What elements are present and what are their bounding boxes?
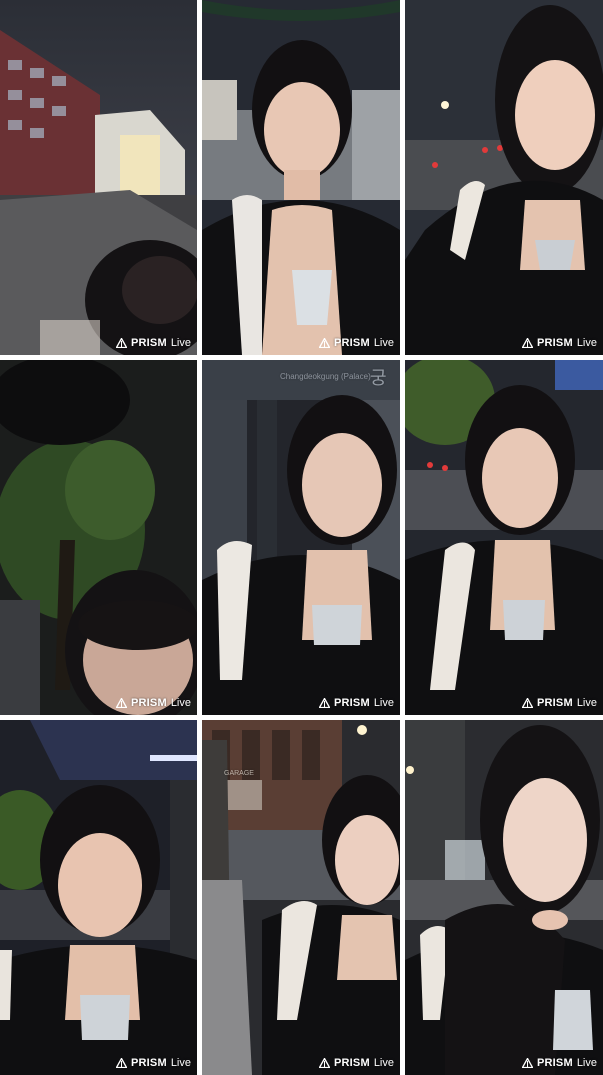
stream-tile-8[interactable]: GARAGE PRISM Live	[202, 720, 400, 1075]
watermark-brand: PRISM	[130, 337, 167, 349]
prism-live-watermark: PRISM Live	[521, 1057, 597, 1069]
prism-live-watermark: PRISM Live	[318, 1057, 394, 1069]
watermark-suffix: Live	[170, 697, 191, 709]
prism-live-watermark: PRISM Live	[318, 337, 394, 349]
stream-tile-7[interactable]: PRISM Live	[0, 720, 197, 1075]
watermark-brand: PRISM	[130, 697, 167, 709]
palace-sign-korean: 궁	[370, 368, 387, 388]
prism-triangle-icon	[115, 698, 127, 708]
scene-woman-holding-sleeve-night	[405, 720, 603, 1075]
prism-live-watermark: PRISM Live	[115, 337, 191, 349]
watermark-suffix: Live	[170, 1057, 191, 1069]
prism-triangle-icon	[521, 338, 533, 348]
stream-tile-5[interactable]: Changdeokgung (Palace) 궁 PRISM Live	[202, 360, 400, 715]
watermark-suffix: Live	[576, 697, 597, 709]
prism-triangle-icon	[318, 698, 330, 708]
garage-sign-text: GARAGE	[224, 770, 254, 777]
stream-tile-6[interactable]: PRISM Live	[405, 360, 603, 715]
live-stream-grid: PRISM Live PRISM Live PRISM Live PRISM L…	[0, 0, 603, 1075]
stream-tile-2[interactable]: PRISM Live	[202, 0, 400, 355]
watermark-brand: PRISM	[536, 697, 573, 709]
stream-tile-9[interactable]: PRISM Live	[405, 720, 603, 1075]
watermark-brand: PRISM	[333, 1057, 370, 1069]
watermark-suffix: Live	[373, 697, 394, 709]
stream-tile-3[interactable]: PRISM Live	[405, 0, 603, 355]
watermark-brand: PRISM	[130, 1057, 167, 1069]
scene-woman-bus-stop-night	[0, 720, 197, 1075]
scene-woman-night-street-trees	[405, 360, 603, 715]
watermark-suffix: Live	[373, 1057, 394, 1069]
stream-tile-4[interactable]: PRISM Live	[0, 360, 197, 715]
prism-live-watermark: PRISM Live	[115, 697, 191, 709]
prism-triangle-icon	[115, 1058, 127, 1068]
prism-triangle-icon	[115, 338, 127, 348]
watermark-brand: PRISM	[333, 337, 370, 349]
scene-woman-night-road-traffic-lights	[405, 0, 603, 355]
watermark-suffix: Live	[576, 337, 597, 349]
prism-triangle-icon	[521, 1058, 533, 1068]
watermark-suffix: Live	[170, 337, 191, 349]
prism-live-watermark: PRISM Live	[521, 337, 597, 349]
prism-live-watermark: PRISM Live	[318, 697, 394, 709]
stream-tile-1[interactable]: PRISM Live	[0, 0, 197, 355]
watermark-brand: PRISM	[536, 1057, 573, 1069]
watermark-brand: PRISM	[536, 337, 573, 349]
scene-dark-tree-face-low-angle	[0, 360, 197, 715]
prism-live-watermark: PRISM Live	[521, 697, 597, 709]
scene-woman-palace-sign-backdrop	[202, 360, 400, 715]
prism-triangle-icon	[318, 338, 330, 348]
watermark-brand: PRISM	[333, 697, 370, 709]
prism-triangle-icon	[318, 1058, 330, 1068]
prism-triangle-icon	[521, 698, 533, 708]
palace-sign-text: Changdeokgung (Palace)	[280, 372, 371, 381]
prism-live-watermark: PRISM Live	[115, 1057, 191, 1069]
watermark-suffix: Live	[373, 337, 394, 349]
scene-night-street-blurred-building	[0, 0, 197, 355]
scene-woman-night-street-umbrella	[202, 0, 400, 355]
watermark-suffix: Live	[576, 1057, 597, 1069]
